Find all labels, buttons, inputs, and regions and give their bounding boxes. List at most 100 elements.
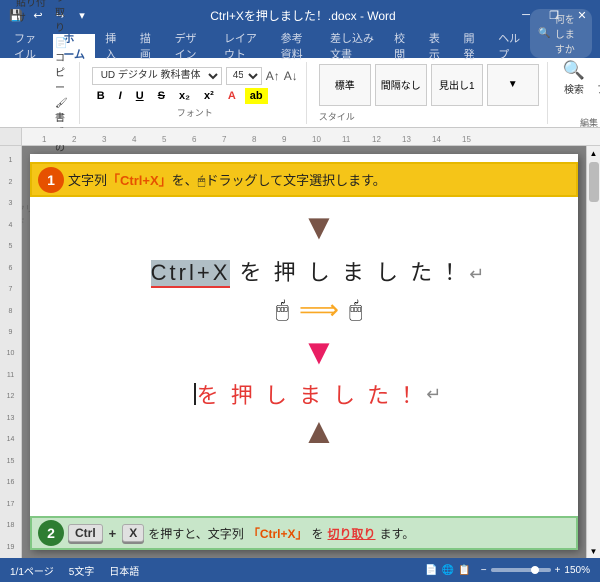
- tab-insert[interactable]: 挿入: [95, 34, 130, 58]
- ruler-num-6: 6: [9, 257, 13, 278]
- bold-button[interactable]: B: [92, 88, 110, 104]
- tab-layout[interactable]: レイアウト: [214, 34, 271, 58]
- style-normal[interactable]: 標準: [319, 64, 371, 106]
- font-grow-icon[interactable]: A↑: [266, 69, 280, 83]
- search-placeholder: 何をしますか: [555, 11, 584, 56]
- ruler-num-14: 14: [7, 429, 15, 450]
- ruler-num-9: 9: [9, 322, 13, 343]
- scrollbar-vertical[interactable]: ▲ ▼: [586, 146, 600, 558]
- customize-icon[interactable]: ▾: [74, 7, 90, 23]
- superscript-button[interactable]: x²: [199, 88, 219, 104]
- editing-buttons: 🔍 検索 ↔ アド: [560, 57, 600, 114]
- font-group-label: フォント: [177, 106, 213, 119]
- tab-view[interactable]: 表示: [419, 34, 454, 58]
- view-buttons: 📄 🌐 📋: [425, 565, 470, 576]
- font-format-row: B I U S x₂ x² A ab: [92, 88, 298, 104]
- scroll-up-button[interactable]: ▲: [587, 146, 600, 160]
- subscript-button[interactable]: x₂: [174, 88, 195, 104]
- ruler-mark-15: 15: [462, 135, 471, 144]
- horizontal-ruler: 1 2 3 4 5 6 7 8 9 10 11 12 13 14 15: [0, 128, 600, 146]
- text-cursor: [194, 383, 196, 405]
- scroll-down-button[interactable]: ▼: [587, 544, 600, 558]
- font-size-select[interactable]: 45: [226, 67, 262, 85]
- tab-help[interactable]: ヘルプ: [488, 34, 530, 58]
- zoom-out-button[interactable]: −: [481, 565, 487, 576]
- tab-references[interactable]: 参考資料: [271, 34, 320, 58]
- highlight-button[interactable]: ab: [245, 88, 268, 104]
- instruction-2-end: ます。: [380, 525, 415, 542]
- underline-button[interactable]: U: [131, 88, 149, 104]
- editing-group: 🔍 検索 ↔ アド 編集: [552, 62, 600, 124]
- replace-button[interactable]: ↔ アド: [594, 57, 600, 114]
- strikethrough-button[interactable]: S: [153, 88, 170, 104]
- ruler-mark-11: 11: [342, 135, 350, 144]
- tab-review[interactable]: 校閲: [384, 34, 419, 58]
- ruler-mark-1: 1: [42, 135, 46, 144]
- ctrl-key-display: Ctrl: [68, 524, 103, 542]
- tab-draw[interactable]: 描画: [130, 34, 165, 58]
- instruction-box-1: 1 文字列「Ctrl+X」を、🖱ドラッグして文字選択します。: [30, 162, 578, 197]
- main-text-rest: を 押 し ま し た ！: [230, 255, 469, 287]
- ruler-main: 1 2 3 4 5 6 7 8 9 10 11 12 13 14 15: [22, 128, 600, 145]
- zoom-slider[interactable]: [491, 568, 551, 572]
- font-controls: UD デジタル 教科書体 NP-B 45 A↑ A↓ B I U S x₂ x²…: [92, 67, 298, 104]
- zoom-area: − + 150%: [481, 565, 590, 576]
- find-button[interactable]: 🔍 検索: [560, 57, 588, 114]
- ruler-mark-10: 10: [312, 135, 321, 144]
- font-color-button[interactable]: A: [223, 88, 241, 104]
- view-web-button[interactable]: 🌐: [442, 565, 454, 576]
- ruler-num-12: 12: [7, 386, 15, 407]
- ruler-left-corner: [0, 128, 22, 145]
- ruler-num-15: 15: [7, 451, 15, 472]
- instruction-2-pre: を押すと、文字列: [148, 525, 244, 542]
- style-no-spacing[interactable]: 間隔なし: [375, 64, 427, 106]
- font-name-select[interactable]: UD デジタル 教科書体 NP-B: [92, 67, 222, 85]
- instruction-2-action: 切り取り: [328, 525, 376, 542]
- arrow-down-pink: ▼: [301, 331, 337, 373]
- style-group-label: スタイル: [319, 110, 355, 123]
- italic-button[interactable]: I: [114, 88, 127, 104]
- styles-group: 標準 間隔なし 見出し1 ▼ スタイル: [311, 62, 548, 124]
- ruler-mark-14: 14: [432, 135, 441, 144]
- cut-button[interactable]: ✂ 切り取り: [52, 0, 71, 35]
- font-name-row: UD デジタル 教科書体 NP-B 45 A↑ A↓: [92, 67, 298, 85]
- step-1-circle: 1: [38, 167, 64, 193]
- font-shrink-icon[interactable]: A↓: [284, 69, 298, 83]
- ruler-num-18: 18: [7, 515, 15, 536]
- tab-mailings[interactable]: 差し込み文書: [320, 34, 384, 58]
- ruler-num-2: 2: [9, 171, 13, 192]
- word-count: 5文字: [69, 563, 95, 578]
- step-2-circle: 2: [38, 520, 64, 546]
- style-h1[interactable]: 見出し1: [431, 64, 483, 106]
- paragraph-mark-1: ↵: [469, 264, 487, 285]
- arrow-up-brown: ▲: [301, 410, 337, 452]
- view-print-button[interactable]: 📄: [425, 565, 437, 576]
- style-items: 標準 間隔なし 見出し1 ▼: [319, 64, 539, 106]
- find-label: 検索: [564, 81, 584, 96]
- copy-button[interactable]: 📄 コピー: [52, 37, 71, 95]
- ruler-num-13: 13: [7, 408, 15, 429]
- zoom-in-button[interactable]: +: [555, 565, 561, 576]
- ruler-num-4: 4: [9, 214, 13, 235]
- font-group: UD デジタル 教科書体 NP-B 45 A↑ A↓ B I U S x₂ x²…: [84, 62, 307, 124]
- scroll-thumb[interactable]: [589, 162, 599, 202]
- ribbon: 📋 貼り付け ✂ 切り取り 📄 コピー 🖌 書式のコピー クリップボード UD …: [0, 58, 600, 128]
- status-right: 📄 🌐 📋 − + 150%: [425, 565, 590, 576]
- ruler-mark-9: 9: [282, 135, 286, 144]
- ruler-num-11: 11: [7, 365, 14, 386]
- style-more[interactable]: ▼: [487, 64, 539, 106]
- tab-dev[interactable]: 開発: [454, 34, 489, 58]
- paste-button[interactable]: 📋 貼り付け: [16, 0, 48, 24]
- ruler-mark-8: 8: [252, 135, 256, 144]
- instruction-1-text: 文字列「Ctrl+X」を、🖱ドラッグして文字選択します。: [68, 170, 386, 189]
- tab-design[interactable]: デザイン: [165, 34, 214, 58]
- ribbon-tabs: ファイル ホーム 挿入 描画 デザイン レイアウト 参考資料 差し込み文書 校閲…: [0, 30, 600, 58]
- ruler-mark-4: 4: [132, 135, 136, 144]
- ruler-num-19: 19: [7, 536, 15, 557]
- step-2-number: 2: [47, 525, 55, 541]
- search-box[interactable]: 🔍 何をしますか: [530, 9, 592, 58]
- ruler-mark-5: 5: [162, 135, 166, 144]
- view-outline-button[interactable]: 📋: [458, 565, 470, 576]
- arrow-right-gold: ⟹: [299, 293, 339, 326]
- status-bar: 1/1ページ 5文字 日本語 📄 🌐 📋 − + 150%: [0, 558, 600, 582]
